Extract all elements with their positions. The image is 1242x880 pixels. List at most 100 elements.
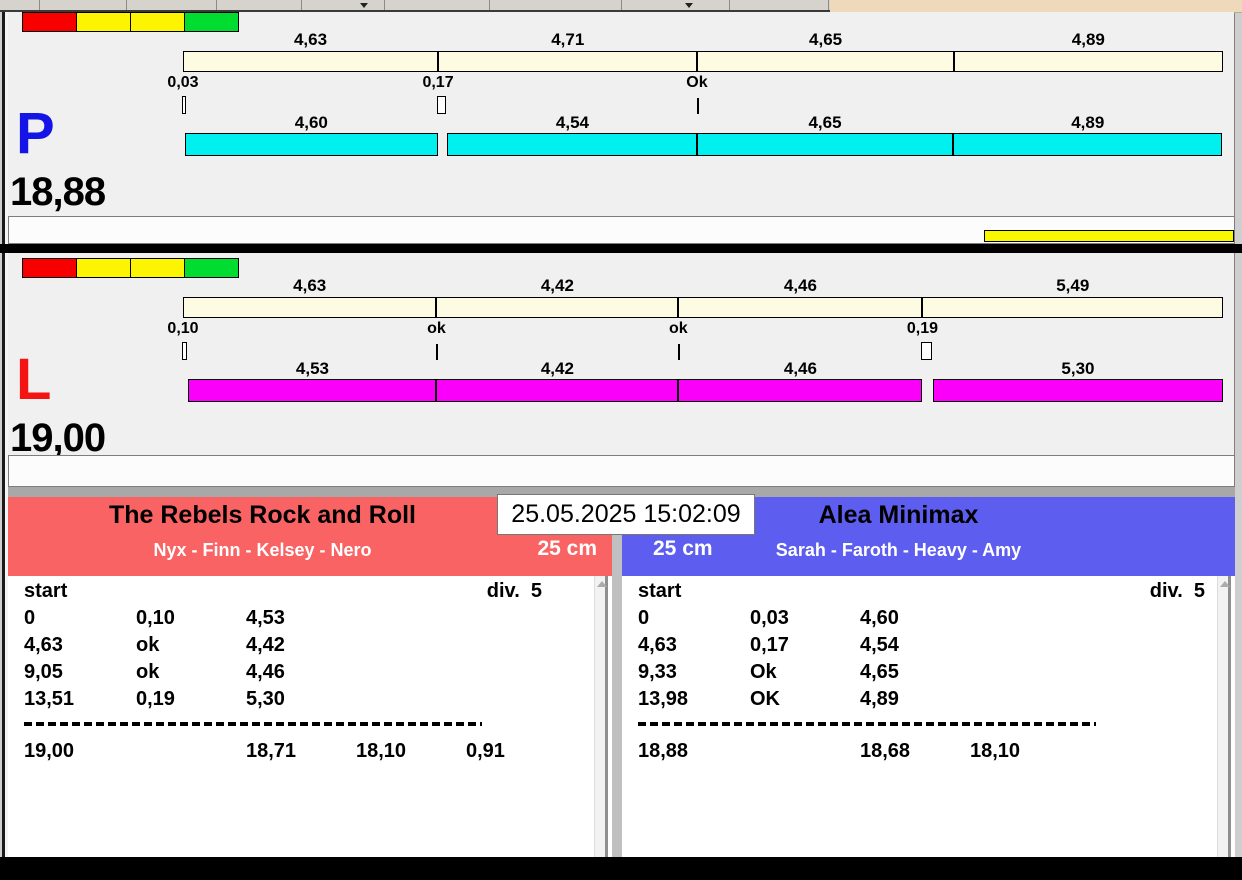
- dropdown-caret-icon[interactable]: [360, 3, 368, 8]
- team-bar-segment: [678, 379, 923, 402]
- datetime-display: 25.05.2025 15:02:09: [497, 494, 755, 535]
- table-cell: 0,19: [136, 688, 175, 710]
- ref-bar-segment: [697, 51, 954, 72]
- table-cell: 0: [638, 607, 650, 629]
- ok-tick: [696, 98, 699, 114]
- bottom-black-bar: [0, 857, 1242, 880]
- table-cell: ok: [136, 661, 160, 683]
- team-bar-segment: [953, 133, 1223, 156]
- marker-label: ok: [669, 320, 688, 337]
- table-cell: 0,10: [136, 607, 175, 629]
- team-size-class: 25 cm: [653, 537, 713, 560]
- ref-bar-segment: [183, 51, 439, 72]
- team-panel-divider: [612, 497, 622, 857]
- table-total-cell: 18,10: [356, 740, 407, 762]
- marker-label: 0,17: [422, 74, 454, 91]
- penalty-tick: [182, 96, 186, 114]
- ref-bar-segment: [183, 297, 437, 318]
- ref-split-label: 4,71: [551, 30, 585, 49]
- table-total-cell: 18,71: [246, 740, 297, 762]
- table-cell: OK: [750, 688, 780, 710]
- scroll-up-icon[interactable]: [597, 581, 607, 587]
- toolbar-button[interactable]: [217, 0, 302, 10]
- table-cell: 4,60: [860, 607, 899, 629]
- penalty-tick: [921, 342, 932, 360]
- team-result-body: start div. 5 0 0,10 4,53 4,63 ok 4,42 9,05 ok 4,46…: [8, 576, 612, 857]
- toolbar-button[interactable]: [302, 0, 385, 10]
- table-cell: 0: [24, 607, 36, 629]
- table-cell: 4,65: [860, 661, 899, 683]
- panel-divider-bar: [0, 244, 1242, 253]
- team-bar-segment: [184, 133, 439, 156]
- marker-label: 0,19: [906, 320, 939, 337]
- ref-split-label: 4,63: [293, 30, 328, 49]
- vertical-scrollbar[interactable]: [594, 576, 608, 857]
- toolbar-button[interactable]: [0, 0, 40, 10]
- run-total-time: 19,00: [10, 416, 106, 460]
- timing-app-window: 4,63 4,71 4,65 4,89 0,03 0,17 Ok 4,60 4,54 4,65 4,…: [0, 0, 1242, 880]
- marker-label: Ok: [686, 74, 708, 91]
- ref-bar-segment: [953, 51, 1223, 72]
- table-header-div: div. 5: [1149, 580, 1205, 602]
- team-bar-segment: [447, 133, 698, 156]
- ref-split-label: 4,63: [293, 276, 327, 295]
- ref-bar-segment: [436, 297, 679, 318]
- toolbar-button[interactable]: [385, 0, 490, 10]
- ref-split-label: 4,89: [1071, 30, 1105, 49]
- team-split-label: 4,89: [1071, 113, 1105, 132]
- vertical-scrollbar[interactable]: [1217, 576, 1231, 857]
- toolbar-button[interactable]: [730, 0, 829, 10]
- toolbar-button[interactable]: [490, 0, 622, 10]
- ref-split-label: 5,49: [1056, 276, 1090, 295]
- status-light: [76, 258, 131, 278]
- toolbar-button[interactable]: [127, 0, 217, 10]
- table-cell: 0,17: [750, 634, 789, 656]
- ref-split-label: 4,65: [809, 30, 843, 49]
- table-separator: [24, 722, 482, 726]
- status-light: [130, 258, 185, 278]
- toolbar-button[interactable]: [622, 0, 730, 10]
- table-cell: 4,54: [860, 634, 899, 656]
- table-cell: 9,05: [24, 661, 63, 683]
- team-result-body: start div. 5 0 0,03 4,60 4,63 0,17 4,54 9,33 Ok 4,…: [622, 576, 1235, 857]
- window-border-right: [1234, 13, 1242, 857]
- ref-bar-segment: [922, 297, 1223, 318]
- penalty-tick: [182, 342, 188, 360]
- status-strip-p: [8, 216, 1235, 244]
- scroll-up-icon[interactable]: [1220, 581, 1230, 587]
- status-light: [184, 12, 239, 32]
- team-split-label: 4,54: [555, 113, 589, 132]
- run-total-time: 18,88: [10, 170, 106, 214]
- table-total-cell: 0,91: [466, 740, 505, 762]
- progress-bar-yellow: [984, 230, 1234, 242]
- run-letter: P: [16, 101, 55, 166]
- team-split-label: 4,42: [540, 359, 574, 378]
- status-light: [22, 12, 77, 32]
- team-name: The Rebels Rock and Roll: [108, 501, 416, 529]
- status-light: [130, 12, 185, 32]
- table-cell: 5,30: [246, 688, 285, 710]
- table-cell: 4,46: [246, 661, 285, 683]
- team-split-label: 4,53: [295, 359, 329, 378]
- table-cell: 4,89: [860, 688, 899, 710]
- table-cell: 13,98: [638, 688, 689, 710]
- status-light: [22, 258, 77, 278]
- table-separator: [638, 722, 1096, 726]
- dropdown-caret-icon[interactable]: [685, 3, 693, 8]
- marker-label: 0,03: [167, 74, 199, 91]
- table-cell: 13,51: [24, 688, 75, 710]
- table-header-div: div. 5: [486, 580, 542, 602]
- table-cell: Ok: [750, 661, 777, 683]
- team-bar-segment: [436, 379, 679, 402]
- team-split-label: 4,60: [294, 113, 328, 132]
- team-split-label: 5,30: [1061, 359, 1095, 378]
- table-total-cell: 18,68: [860, 740, 911, 762]
- toolbar-button[interactable]: [40, 0, 127, 10]
- table-cell: 4,63: [638, 634, 677, 656]
- table-cell: 4,42: [246, 634, 285, 656]
- marker-label: ok: [427, 320, 446, 337]
- team-bar-segment: [188, 379, 437, 402]
- team-size-class: 25 cm: [537, 537, 597, 560]
- table-cell: 4,63: [24, 634, 63, 656]
- table-total-cell: 18,88: [638, 740, 689, 762]
